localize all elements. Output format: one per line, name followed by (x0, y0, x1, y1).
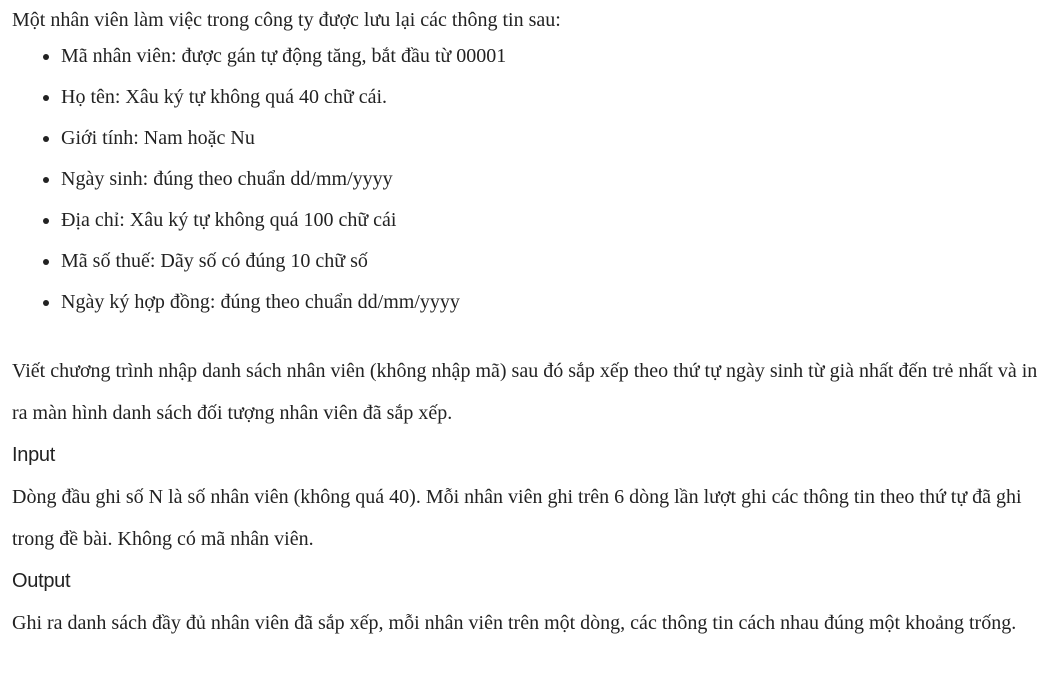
intro-text: Một nhân viên làm việc trong công ty đượ… (12, 9, 561, 31)
list-item: Giới tính: Nam hoặc Nu (12, 124, 1052, 165)
problem-statement: Một nhân viên làm việc trong công ty đượ… (12, 6, 1052, 644)
list-item: Ngày sinh: đúng theo chuẩn dd/mm/yyyy (12, 165, 1052, 206)
list-item: Địa chỉ: Xâu ký tự không quá 100 chữ cái (12, 206, 1052, 247)
input-heading: Input (12, 444, 55, 466)
attribute-list: Mã nhân viên: được gán tự động tăng, bắt… (12, 42, 1052, 329)
list-item: Họ tên: Xâu ký tự không quá 40 chữ cái. (12, 83, 1052, 124)
input-description: Dòng đầu ghi số N là số nhân viên (không… (12, 486, 1022, 550)
list-item: Ngày ký hợp đồng: đúng theo chuẩn dd/mm/… (12, 288, 1052, 329)
list-item: Mã số thuế: Dãy số có đúng 10 chữ số (12, 247, 1052, 288)
output-heading: Output (12, 570, 71, 592)
list-item: Mã nhân viên: được gán tự động tăng, bắt… (12, 42, 1052, 83)
task-description: Viết chương trình nhập danh sách nhân vi… (12, 360, 1038, 424)
output-description: Ghi ra danh sách đầy đủ nhân viên đã sắp… (12, 612, 1017, 634)
